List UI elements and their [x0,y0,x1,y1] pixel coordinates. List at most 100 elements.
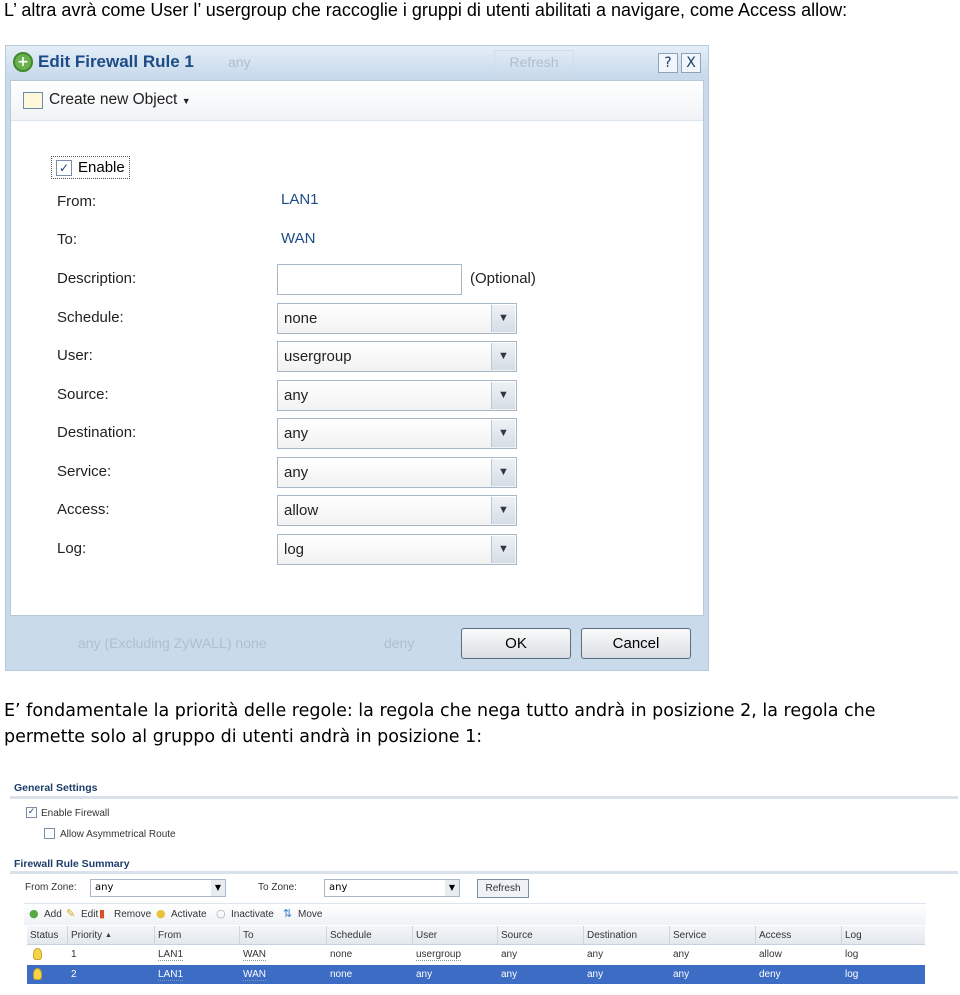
enable-checkbox[interactable]: ✓ Enable [51,156,130,179]
column-divider [154,926,155,944]
select-value: usergroup [284,348,352,365]
column-header-priority[interactable]: Priority [71,930,102,941]
cancel-button[interactable]: Cancel [581,628,691,659]
intro-text: L’ altra avrà come User l’ usergroup che… [4,0,848,20]
to-label: To: [57,231,78,248]
dialog-title-bar: + Edit Firewall Rule 1 any Refresh ? X [6,46,708,79]
field-label: User: [57,347,93,364]
to-value: WAN [281,230,316,247]
source-select[interactable]: any ▼ [277,380,517,411]
cell-access: deny [759,969,781,980]
chevron-down-icon: ▼ [491,536,515,563]
column-divider [67,926,68,944]
chevron-down-icon: ▼ [181,96,191,106]
column-header-schedule[interactable]: Schedule [330,930,372,941]
rule-summary-heading: Firewall Rule Summary [14,858,130,870]
chevron-down-icon: ▼ [491,305,515,332]
allow-asym-label: Allow Asymmetrical Route [60,829,176,840]
to-zone-label: To Zone: [258,882,297,893]
refresh-button[interactable]: Refresh [477,879,529,898]
background-ghost-text: any (Excluding ZyWALL) none [78,635,267,651]
move-button[interactable]: Move [298,909,322,920]
service-select[interactable]: any ▼ [277,457,517,488]
cell-source: any [501,969,518,980]
table-header: Status Priority From To Schedule User Source De… [27,926,925,945]
activate-button[interactable]: Activate [171,909,207,920]
ok-button[interactable]: OK [461,628,571,659]
sort-asc-icon: ▲ [105,932,112,939]
user-select[interactable]: usergroup ▼ [277,341,517,372]
cell-priority: 1 [71,949,77,960]
cell-log: log [845,969,859,980]
column-divider [669,926,670,944]
from-value: LAN1 [281,191,319,208]
column-header-destination[interactable]: Destination [587,930,637,941]
destination-select[interactable]: any ▼ [277,418,517,449]
edit-icon: ✎ [66,907,76,920]
background-ghost-refresh: Refresh [494,50,574,74]
column-header-user[interactable]: User [416,930,437,941]
background-ghost-text: any [228,54,251,70]
edit-button[interactable]: Edit [81,909,98,920]
field-label: Source: [57,386,109,403]
table-row[interactable]: 1 LAN1 WAN none usergroup any any any allow log [27,945,925,964]
select-value: allow [284,502,319,519]
select-value: any [284,425,309,442]
column-divider [326,926,327,944]
activate-icon: ● [156,907,166,920]
chevron-down-icon: ▼ [491,497,515,524]
background-ghost-text: deny [384,635,415,651]
chevron-down-icon: ▼ [491,343,515,370]
from-label: From: [57,193,97,210]
cell-to: WAN [243,969,266,981]
column-header-source[interactable]: Source [501,930,533,941]
field-label: Service: [57,463,112,480]
allow-asym-checkbox[interactable] [44,828,55,839]
cell-priority: 2 [71,969,77,980]
table-row[interactable]: 2 LAN1 WAN none any any any any deny log [27,965,925,984]
access-select[interactable]: allow ▼ [277,495,517,526]
chevron-down-icon: ▼ [491,459,515,486]
chevron-down-icon: ▼ [491,382,515,409]
add-button[interactable]: Add [44,909,62,920]
enable-label: Enable [78,159,125,176]
add-rule-icon: + [13,52,33,72]
field-label: Destination: [57,424,137,441]
close-button[interactable]: X [681,53,701,73]
create-new-object-label: Create new Object [49,91,178,108]
create-new-object-menu[interactable]: Create new Object ▼ [49,91,191,109]
cell-destination: any [587,969,604,980]
column-header-log[interactable]: Log [845,930,862,941]
dialog-toolbar: Create new Object ▼ [11,81,703,121]
column-divider [755,926,756,944]
cell-service: any [673,969,690,980]
column-header-to[interactable]: To [243,930,254,941]
remove-button[interactable]: Remove [114,909,151,920]
select-value: none [284,310,318,327]
from-zone-value: any [95,882,114,893]
inactivate-button[interactable]: Inactivate [231,909,274,920]
select-value: any [284,387,309,404]
add-icon: ● [29,907,39,920]
cell-access: allow [759,949,782,960]
chevron-down-icon: ▼ [211,880,225,896]
column-divider [583,926,584,944]
enable-firewall-checkbox[interactable]: ✓ [26,807,37,818]
column-header-status[interactable]: Status [30,930,58,941]
column-header-service[interactable]: Service [673,930,706,941]
column-header-from[interactable]: From [158,930,181,941]
edit-firewall-rule-dialog: + Edit Firewall Rule 1 any Refresh ? X C… [5,45,709,671]
schedule-select[interactable]: none ▼ [277,303,517,334]
description-input[interactable] [277,264,462,295]
column-header-access[interactable]: Access [759,930,791,941]
column-divider [497,926,498,944]
inactivate-icon: ○ [216,907,226,920]
to-zone-select[interactable]: any ▼ [324,879,460,897]
from-zone-select[interactable]: any ▼ [90,879,226,897]
help-button[interactable]: ? [658,53,678,73]
cell-schedule: none [330,969,353,980]
log-select[interactable]: log ▼ [277,534,517,565]
dialog-body: Create new Object ▼ ✓ Enable From: LAN1 … [10,80,704,616]
divider [10,871,958,874]
cell-schedule: none [330,949,353,960]
